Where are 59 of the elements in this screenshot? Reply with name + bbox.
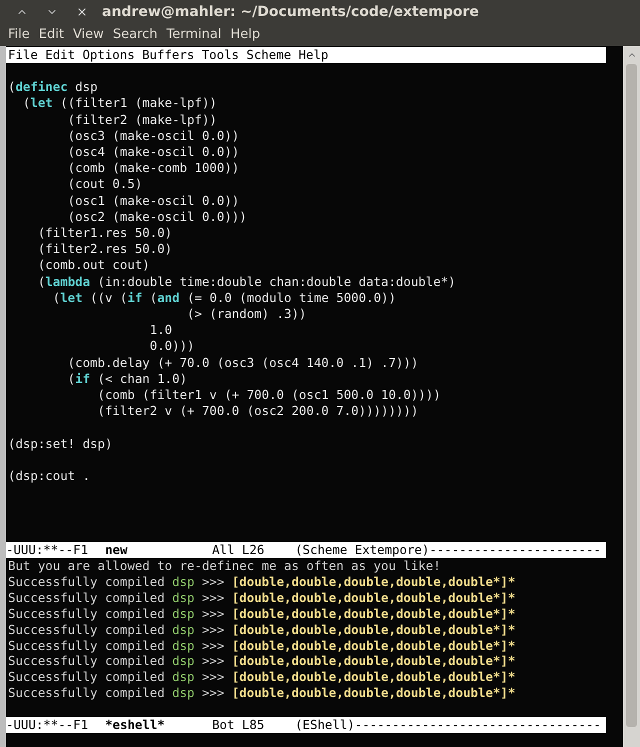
output-line: Successfully compiled dsp >>> [double,double,double,double,double*]* [8, 669, 516, 686]
code-line: (dsp:cout . [8, 468, 92, 484]
menu-item[interactable]: Scheme [246, 47, 292, 63]
menu-item[interactable]: Terminal [166, 25, 222, 45]
output-line: Successfully compiled dsp >>> [double,double,double,double,double*]* [8, 653, 516, 670]
code-line: (comb (filter1 v (+ 700.0 (osc1 500.0 10.0)))) [96, 387, 442, 404]
mode-line-status: -UUU:**--F1 [6, 542, 88, 558]
code-line: 1.0 [148, 322, 174, 338]
scrollbar[interactable] [623, 46, 640, 747]
menu-item[interactable]: Options [82, 47, 135, 63]
code-line: (comb.delay (+ 70.0 (osc3 (osc4 140.0 .1) .7))) [66, 354, 420, 371]
menu-item[interactable]: Edit [45, 47, 76, 63]
window-title: andrew@mahler: ~/Documents/code/extempore [102, 2, 479, 22]
menu-item[interactable]: Search [112, 25, 158, 45]
code-line: (lambda (in:double time:double chan:double data:double*) [36, 274, 457, 290]
menu-item[interactable]: Edit [38, 25, 64, 45]
buffer-position: Bot L85 [212, 717, 264, 733]
output-line: Successfully compiled dsp >>> [double,double,double,double,double*]* [8, 606, 516, 622]
code-line: (comb (make-comb 1000)) [66, 160, 240, 176]
code-line: (if (< chan 1.0) [66, 370, 188, 388]
code-line: (osc4 (make-oscil 0.0)) [66, 144, 240, 160]
code-line: (filter1.res 50.0) [36, 225, 174, 242]
output-line: Successfully compiled dsp >>> [double,double,double,double,double*]* [8, 638, 516, 654]
output-line: Successfully compiled dsp >>> [double,double,double,double,double*]* [8, 590, 516, 606]
menu-item[interactable]: Help [298, 47, 328, 63]
menu-item[interactable]: File [8, 25, 30, 45]
code-line: (comb.out cout) [36, 257, 151, 274]
code-line: (definec dsp [8, 79, 99, 96]
major-mode: (Scheme Extempore) [295, 542, 430, 558]
mode-line-fill: ----------------------- [429, 542, 601, 558]
menu-item[interactable]: File [8, 47, 38, 63]
code-line: (osc1 (make-oscil 0.0)) [66, 192, 240, 209]
menu-item[interactable]: Buffers [142, 47, 194, 63]
buffer-name: *eshell* [105, 717, 165, 733]
code-line: (let ((filter1 (make-lpf)) [22, 95, 218, 112]
mode-line-status: -UUU:**--F1 [6, 717, 88, 733]
mode-line-fill: --------------------------------- [354, 717, 601, 733]
buffer-position: All L26 [212, 542, 264, 558]
code-line: (> (random) .3)) [186, 306, 308, 322]
buffer-name: new [105, 542, 128, 558]
code-line: (dsp:set! dsp) [8, 436, 114, 452]
scrollbar-thumb[interactable] [626, 64, 637, 727]
code-line: (let ((v (if (and (= 0.0 (modulo time 5000.0)) [52, 290, 397, 306]
code-line: (filter2.res 50.0) [36, 241, 174, 258]
code-line: 0.0))) [148, 338, 196, 355]
output-line: Successfully compiled dsp >>> [double,double,double,double,double*]* [8, 622, 516, 638]
menu-item[interactable]: Help [230, 25, 260, 45]
close-icon [76, 6, 88, 18]
code-line: (cout 0.5) [66, 176, 144, 193]
major-mode: (EShell) [295, 717, 355, 733]
code-line: (osc3 (make-oscil 0.0)) [66, 128, 240, 144]
output-line: But you are allowed to re-definec me as often as you like! [8, 558, 442, 574]
output-line: Successfully compiled dsp >>> [double,double,double,double,double*]* [8, 685, 516, 702]
menu-item[interactable]: View [72, 25, 104, 45]
output-line: Successfully compiled dsp >>> [double,double,double,double,double*]* [8, 574, 516, 590]
code-line: (filter2 (make-lpf)) [66, 112, 218, 128]
code-line: (filter2 v (+ 700.0 (osc2 200.0 7.0)))))))) [96, 403, 420, 420]
menu-item[interactable]: Tools [202, 47, 239, 63]
code-line: (osc2 (make-oscil 0.0))) [66, 208, 248, 226]
